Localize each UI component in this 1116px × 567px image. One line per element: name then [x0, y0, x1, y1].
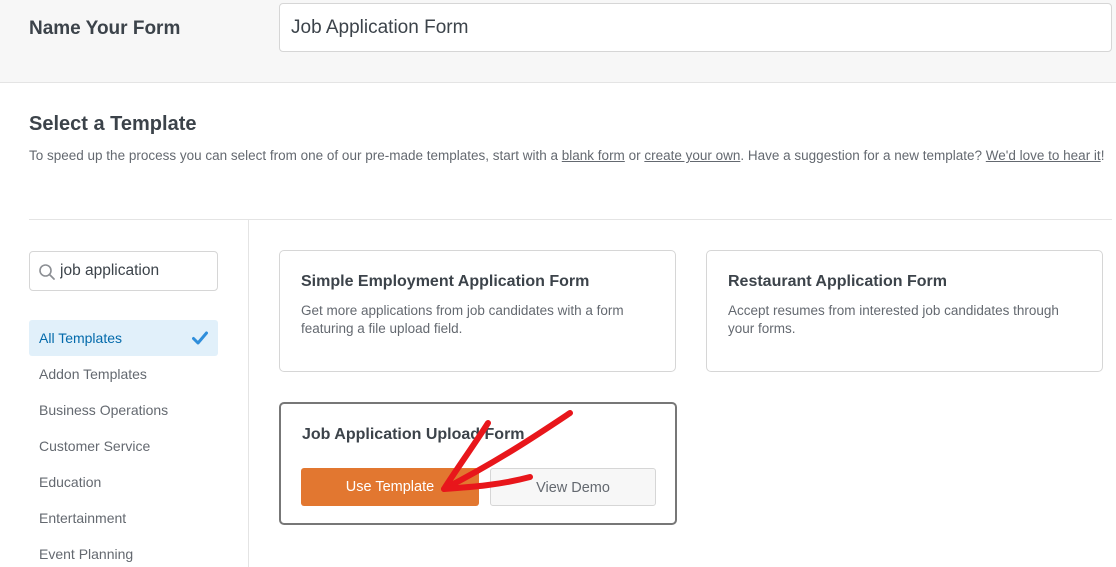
- category-label: Education: [39, 474, 102, 490]
- desc-text-1: To speed up the process you can select f…: [29, 148, 562, 163]
- template-card-restaurant[interactable]: Restaurant Application Form Accept resum…: [706, 250, 1103, 372]
- checkmark-icon: [192, 331, 208, 345]
- view-demo-button[interactable]: View Demo: [490, 468, 656, 506]
- template-search-input[interactable]: [60, 252, 215, 290]
- select-template-description: To speed up the process you can select f…: [29, 144, 1109, 168]
- template-card-description: Accept resumes from interested job candi…: [728, 303, 1059, 336]
- category-list: All Templates Addon Templates Business O…: [29, 320, 218, 567]
- form-name-input[interactable]: [279, 3, 1112, 52]
- category-entertainment[interactable]: Entertainment: [29, 500, 218, 536]
- template-card-job-application-upload[interactable]: Job Application Upload Form Use Template…: [279, 402, 677, 525]
- category-event-planning[interactable]: Event Planning: [29, 536, 218, 567]
- template-search-box: [29, 251, 218, 291]
- create-your-own-link[interactable]: create your own: [644, 148, 740, 163]
- divider-vertical: [248, 220, 249, 567]
- category-customer-service[interactable]: Customer Service: [29, 428, 218, 464]
- form-name-label: Name Your Form: [29, 18, 181, 39]
- search-icon: [39, 264, 55, 280]
- template-card-title: Job Application Upload Form: [302, 426, 525, 443]
- category-label: All Templates: [39, 330, 123, 346]
- category-education[interactable]: Education: [29, 464, 218, 500]
- form-name-bar: Name Your Form: [0, 0, 1116, 83]
- blank-form-link[interactable]: blank form: [562, 148, 625, 163]
- category-label: Event Planning: [39, 546, 134, 562]
- template-card-title: Simple Employment Application Form: [301, 273, 590, 290]
- desc-text-2: or: [624, 148, 645, 163]
- category-addon-templates[interactable]: Addon Templates: [29, 356, 218, 392]
- category-label: Business Operations: [39, 402, 169, 418]
- divider-horizontal: [29, 219, 1112, 220]
- category-label: Entertainment: [39, 510, 127, 526]
- select-template-title: Select a Template: [29, 113, 197, 135]
- category-business-operations[interactable]: Business Operations: [29, 392, 218, 428]
- template-card-title: Restaurant Application Form: [728, 273, 947, 290]
- template-card-description: Get more applications from job candidate…: [301, 303, 624, 336]
- use-template-button[interactable]: Use Template: [301, 468, 479, 506]
- template-card-simple-employment[interactable]: Simple Employment Application Form Get m…: [279, 250, 676, 372]
- desc-text-3: . Have a suggestion for a new template?: [740, 148, 986, 163]
- category-label: Addon Templates: [39, 366, 147, 382]
- love-to-hear-link[interactable]: We'd love to hear it: [986, 148, 1101, 163]
- category-label: Customer Service: [39, 438, 151, 454]
- category-all-templates[interactable]: All Templates: [29, 320, 218, 356]
- desc-text-4: !: [1100, 148, 1105, 163]
